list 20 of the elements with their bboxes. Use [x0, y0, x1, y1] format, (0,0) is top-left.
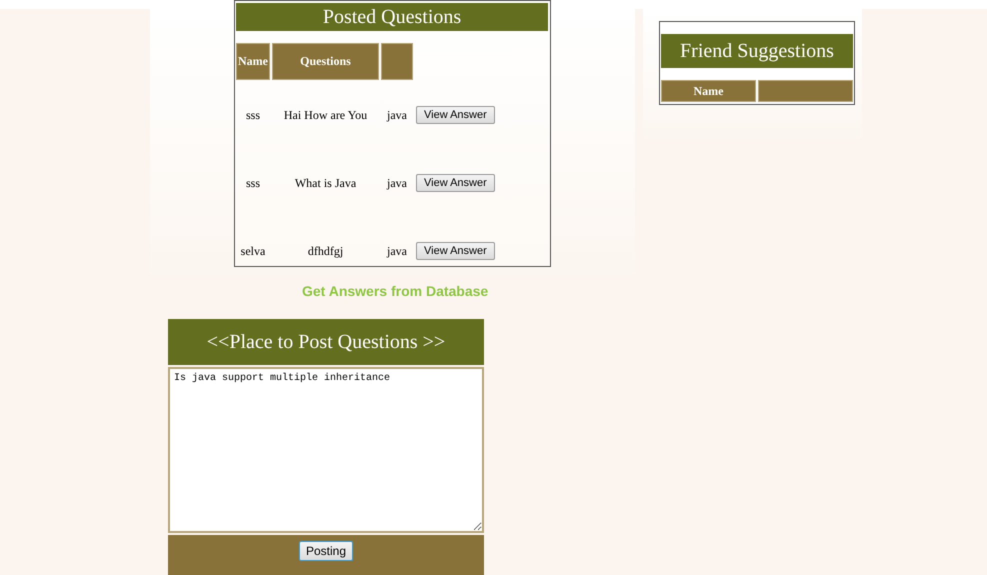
table-cell-text: What is Java [294, 174, 358, 192]
table-cell-text: dfhdfgj [306, 242, 344, 260]
column-header: Name [661, 80, 756, 102]
posting-button[interactable]: Posting [298, 541, 354, 561]
view-answer-button[interactable]: View Answer [416, 106, 495, 124]
form-title: <<Place to Post Questions >> [168, 319, 484, 365]
panel-title: Posted Questions [236, 3, 548, 31]
table-cell-text: selva [240, 242, 266, 260]
table-cell-text: java [386, 106, 408, 124]
panel-title: Friend Suggestions [661, 34, 853, 68]
table-cell-text: sss [244, 174, 261, 192]
column-header: Questions [272, 43, 379, 80]
view-answer-button[interactable]: View Answer [416, 174, 495, 192]
table-cell-text: java [386, 242, 408, 260]
table-cell-text: java [386, 174, 408, 192]
view-answer-button[interactable]: View Answer [416, 242, 495, 260]
table-cell-text: Hai How are You [282, 106, 368, 124]
table-cell-text: sss [244, 106, 261, 124]
question-field[interactable]: Is java support multiple inheritance [168, 367, 484, 533]
column-header: Name [236, 43, 270, 80]
